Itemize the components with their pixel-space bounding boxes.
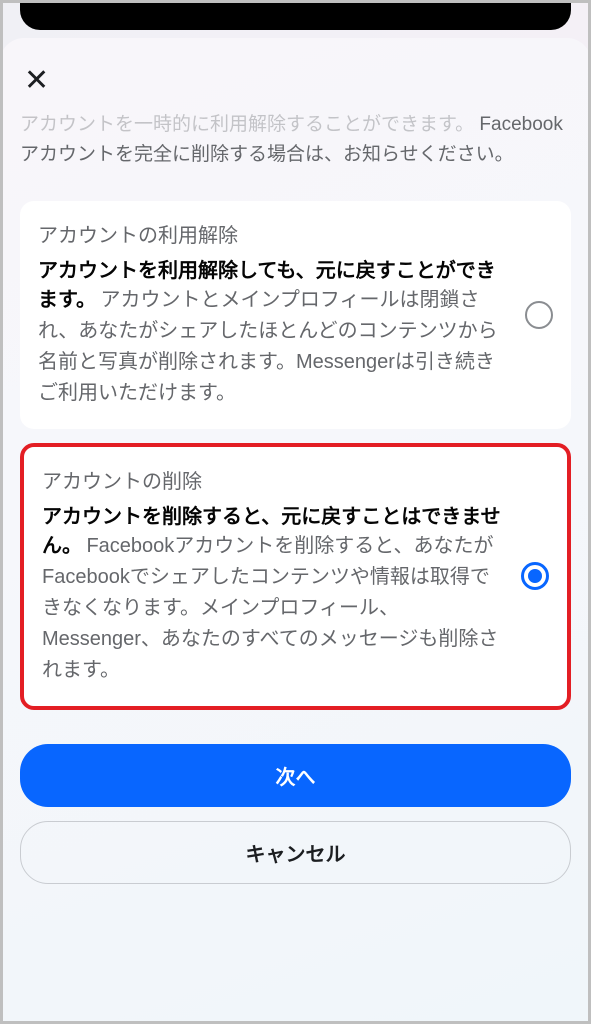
intro-faded-line: アカウントを一時的に利用解除することができます。 <box>20 114 474 135</box>
cancel-button[interactable]: キャンセル <box>20 821 571 884</box>
option-delete-body: Facebookアカウントを削除すると、あなたがFacebookでシェアしたコン… <box>42 535 498 681</box>
intro-text: アカウントを一時的に利用解除することができます。 Facebookアカウントを完… <box>20 110 571 171</box>
option-deactivate[interactable]: アカウントの利用解除 アカウントを利用解除しても、元に戻すことができます。 アカ… <box>20 201 571 429</box>
status-bar <box>20 0 571 30</box>
option-deactivate-title: アカウントの利用解除 <box>38 221 511 252</box>
radio-deactivate[interactable] <box>525 301 553 329</box>
option-delete-content: アカウントの削除 アカウントを削除すると、元に戻すことはできません。 Faceb… <box>42 467 507 686</box>
option-delete[interactable]: アカウントの削除 アカウントを削除すると、元に戻すことはできません。 Faceb… <box>20 443 571 710</box>
close-button[interactable]: ✕ <box>20 62 53 100</box>
option-deactivate-body: アカウントとメインプロフィールは閉鎖され、あなたがシェアしたほとんどのコンテンツ… <box>38 289 498 404</box>
close-icon: ✕ <box>24 64 49 97</box>
radio-delete[interactable] <box>521 562 549 590</box>
next-button[interactable]: 次へ <box>20 744 571 807</box>
option-deactivate-content: アカウントの利用解除 アカウントを利用解除しても、元に戻すことができます。 アカ… <box>38 221 511 409</box>
modal-container: ✕ アカウントを一時的に利用解除することができます。 Facebookアカウント… <box>0 38 591 1024</box>
option-delete-title: アカウントの削除 <box>42 467 507 498</box>
